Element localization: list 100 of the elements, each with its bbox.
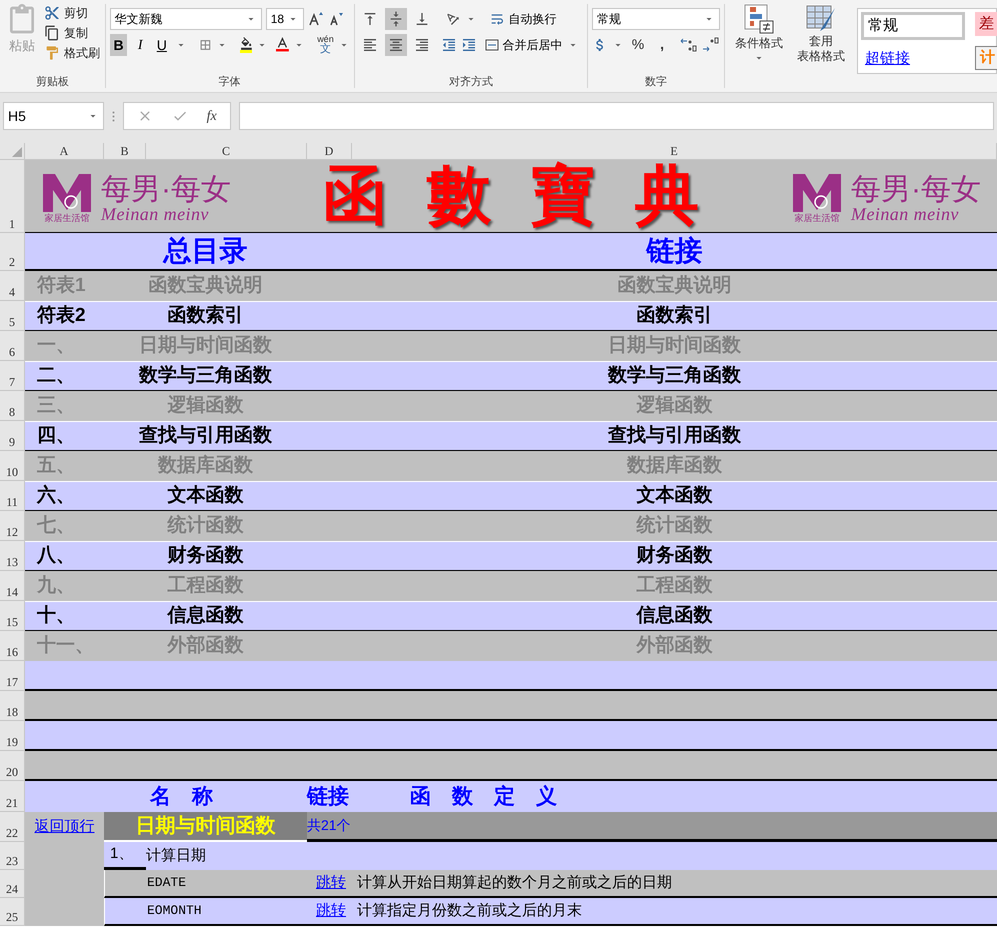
- heading-title: 总目录: [164, 237, 248, 265]
- index-link[interactable]: 信息函数: [636, 602, 712, 630]
- index-name[interactable]: 文本函数: [168, 482, 244, 510]
- decrease-decimal-icon: [702, 36, 720, 52]
- row-header: 20: [0, 751, 25, 781]
- jump-link[interactable]: 跳转: [316, 872, 346, 894]
- column-title: 名 称: [150, 784, 213, 810]
- font-style-button[interactable]: I: [131, 34, 149, 56]
- increase-decimal-icon: [680, 36, 698, 52]
- name-box[interactable]: H5: [3, 102, 104, 130]
- merge-icon: [484, 39, 499, 51]
- function-count: 共21个: [307, 816, 351, 835]
- logo-tag: 家居生活馆: [44, 214, 90, 222]
- row-header: 6: [0, 331, 25, 361]
- row-header: 19: [0, 721, 25, 751]
- group-title: 计算日期: [146, 846, 206, 866]
- index-number: 十、: [37, 604, 75, 628]
- row-header: 25: [0, 898, 25, 926]
- font-style-button[interactable]: U: [153, 34, 171, 56]
- column-header[interactable]: B: [104, 143, 146, 159]
- cell-style[interactable]: 常规: [861, 12, 965, 40]
- conditional-formatting-button[interactable]: 条件格式: [733, 4, 785, 64]
- row-header: 4: [0, 271, 25, 301]
- format-painter-button[interactable]: 格式刷: [44, 44, 100, 62]
- font-name-field[interactable]: 华文新魏: [110, 8, 262, 30]
- index-name[interactable]: 函数索引: [168, 302, 244, 330]
- row-header: 1: [0, 160, 25, 233]
- cell-reference: H5: [8, 106, 26, 126]
- grow-font-icon: [308, 11, 324, 27]
- logo-script: Meinan meinv: [101, 204, 210, 222]
- row-header: 12: [0, 511, 25, 541]
- index-number: 九、: [37, 574, 75, 598]
- index-link[interactable]: 财务函数: [636, 542, 712, 570]
- index-name[interactable]: 财务函数: [168, 542, 244, 570]
- column-header[interactable]: A: [25, 143, 104, 159]
- index-number: 四、: [37, 424, 75, 448]
- number-format-text: 常规: [597, 11, 622, 28]
- font-name-text: 华文新魏: [114, 11, 163, 28]
- index-link[interactable]: 文本函数: [636, 482, 712, 510]
- column-title: 链接: [307, 784, 349, 810]
- row-header: 21: [0, 781, 25, 812]
- decrease-indent-icon: [440, 37, 457, 53]
- category-title: 日期与时间函数: [136, 814, 276, 839]
- wrap-text-button[interactable]: 自动换行: [488, 10, 557, 28]
- cell-style[interactable]: 差: [975, 12, 997, 36]
- phonetic-char: 文: [320, 44, 331, 55]
- index-name[interactable]: 数学与三角函数: [139, 362, 272, 390]
- grip-icon: [112, 110, 115, 122]
- font-size-field[interactable]: 18: [266, 8, 304, 30]
- group-label: 数字: [645, 74, 668, 90]
- insert-function-button[interactable]: fx: [206, 106, 217, 126]
- align-icon: [362, 37, 378, 53]
- format-as-table-button[interactable]: 套用 表格格式: [793, 4, 849, 64]
- index-link[interactable]: 函数索引: [636, 302, 712, 330]
- merge-center-button[interactable]: 合并后居中: [484, 36, 563, 54]
- horizontal-align-button[interactable]: [384, 34, 407, 56]
- cell-style[interactable]: 超链接: [861, 46, 965, 72]
- column-header[interactable]: C: [146, 143, 307, 159]
- group-label: 剪贴板: [36, 74, 69, 90]
- cut-button[interactable]: 剪切: [44, 4, 100, 22]
- jump-link[interactable]: 跳转: [316, 900, 346, 922]
- index-number: 符表1: [37, 274, 86, 298]
- function-name: EOMONTH: [147, 902, 202, 920]
- number-format-field[interactable]: 常规: [592, 8, 720, 30]
- table-format-icon: [805, 4, 837, 34]
- logo-name: 每男·每女: [101, 174, 231, 204]
- font-size-text: 18: [270, 11, 284, 28]
- index-number: 十一、: [37, 634, 94, 658]
- index-name[interactable]: 查找与引用函数: [139, 422, 272, 450]
- comma-button[interactable]: ,: [652, 34, 672, 55]
- formula-field[interactable]: [239, 102, 994, 130]
- index-number: 三、: [37, 394, 75, 418]
- column-header[interactable]: E: [352, 143, 997, 159]
- shrink-font-icon: [328, 11, 344, 27]
- index-link[interactable]: 查找与引用函数: [608, 422, 741, 450]
- logo-tag: 家居生活馆: [794, 214, 840, 222]
- orientation-icon: [444, 11, 461, 27]
- font-style-button[interactable]: B: [110, 34, 128, 56]
- copy-button[interactable]: 复制: [44, 24, 100, 42]
- row-header: 8: [0, 391, 25, 421]
- function-name: EDATE: [147, 874, 186, 892]
- row-header: 22: [0, 812, 25, 842]
- row-header: 17: [0, 661, 25, 691]
- group-number: 1、: [110, 844, 134, 864]
- column-header[interactable]: D: [307, 143, 352, 159]
- format-as-table-label: 套用: [809, 34, 833, 49]
- column-title: 函 数 定 义: [410, 784, 557, 810]
- vertical-align-button[interactable]: [384, 8, 407, 30]
- row-header: 7: [0, 361, 25, 391]
- index-number: 八、: [37, 544, 75, 568]
- index-link[interactable]: 数学与三角函数: [608, 362, 741, 390]
- fill-color-icon: [240, 37, 252, 53]
- function-description: 计算从开始日期算起的数个月之前或之后的日期: [357, 872, 672, 893]
- row-header: 18: [0, 691, 25, 721]
- align-icon: [388, 37, 404, 53]
- font-color-icon: [276, 36, 290, 54]
- row-header: 5: [0, 301, 25, 331]
- index-number: 二、: [37, 364, 75, 388]
- index-name[interactable]: 信息函数: [168, 602, 244, 630]
- percent-button[interactable]: %: [628, 34, 648, 55]
